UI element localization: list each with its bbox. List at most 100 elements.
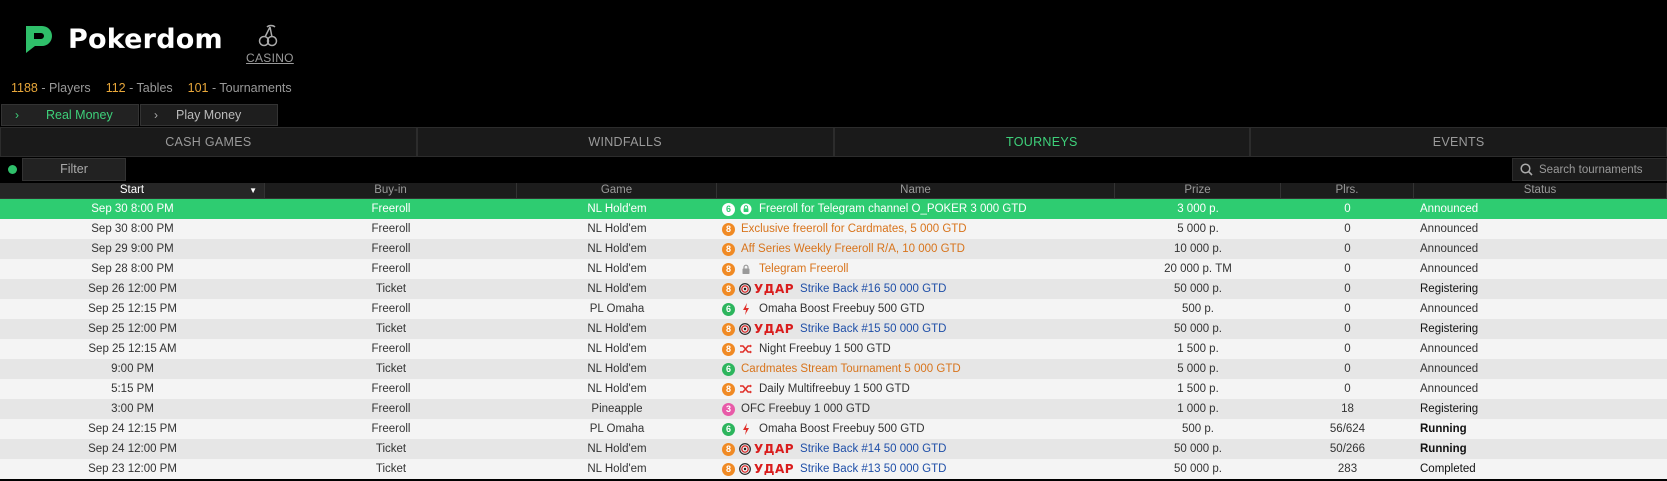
table-row[interactable]: 9:00 PM Ticket NL Hold'em 6 Cardmates Stream…	[0, 359, 1667, 379]
tab-tourneys[interactable]: TOURNEYS	[833, 127, 1251, 157]
col-name[interactable]: Name	[717, 183, 1115, 199]
cell-name: 6 Cardmates Stream Tournament 5 000 GTD	[717, 359, 1115, 379]
table-row[interactable]: 5:15 PM Freeroll NL Hold'em 8 Daily Multifre…	[0, 379, 1667, 399]
table-row[interactable]: 3:00 PM Freeroll Pineapple 3 OFC Freebuy 1 0…	[0, 399, 1667, 419]
cell-start: Sep 30 8:00 PM	[91, 223, 174, 235]
cell-buyin: Ticket	[375, 463, 407, 475]
table-row[interactable]: Sep 30 8:00 PM Freeroll NL Hold'em 6 Freerol…	[0, 199, 1667, 219]
cell-game: PL Omaha	[589, 423, 645, 435]
cell-status: Announced	[1414, 379, 1667, 399]
udar-logo: УДАР	[739, 459, 794, 479]
col-game[interactable]: Game	[517, 183, 717, 199]
col-plrs[interactable]: Plrs.	[1281, 183, 1414, 199]
table-row[interactable]: Sep 24 12:00 PM Ticket NL Hold'em 8 УДАР Stri…	[0, 439, 1667, 459]
col-status[interactable]: Status	[1414, 183, 1667, 199]
lightning-icon	[739, 422, 753, 436]
cell-buyin: Freeroll	[371, 383, 411, 395]
chevron-right-icon: ›	[15, 108, 19, 122]
table-size-badge: 8	[722, 442, 735, 456]
col-start[interactable]: Start ▼	[0, 183, 265, 199]
search-input[interactable]	[1539, 163, 1659, 176]
stat-players: 1188 - Players	[11, 81, 91, 95]
table-size-badge: 6	[722, 422, 735, 436]
cell-start: Sep 23 12:00 PM	[88, 463, 177, 475]
money-mode-tabs: › Real Money › Play Money	[1, 104, 278, 126]
cell-name: 6 Freeroll for Telegram channel O_POKER 3…	[717, 199, 1115, 219]
cell-buyin: Ticket	[375, 443, 407, 455]
cell-start: Sep 24 12:15 PM	[88, 423, 177, 435]
target-icon	[739, 443, 751, 455]
tournament-name: Freeroll for Telegram channel O_POKER 3 …	[759, 203, 1027, 215]
pokerdom-logo[interactable]: Pokerdom	[22, 21, 223, 57]
cell-buyin: Ticket	[375, 363, 407, 375]
table-row[interactable]: Sep 25 12:15 PM Freeroll PL Omaha 6 Omaha Bo…	[0, 299, 1667, 319]
table-size-badge: 6	[722, 202, 735, 216]
cell-game: NL Hold'em	[587, 443, 647, 455]
table-size-badge: 8	[722, 382, 735, 396]
lock-icon	[739, 262, 753, 276]
cell-name: 6 Omaha Boost Freebuy 500 GTD	[717, 419, 1115, 439]
cell-status: Announced	[1414, 299, 1667, 319]
cell-start: Sep 24 12:00 PM	[88, 443, 177, 455]
cell-game: NL Hold'em	[587, 243, 647, 255]
tab-cash-games[interactable]: CASH GAMES	[0, 127, 417, 157]
stat-tournaments: 101 - Tournaments	[187, 81, 292, 95]
table-row[interactable]: Sep 25 12:15 AM Freeroll NL Hold'em 8 Night …	[0, 339, 1667, 359]
cell-prize: 50 000 р.	[1174, 463, 1222, 475]
status-text: Announced	[1420, 383, 1479, 395]
table-row[interactable]: Sep 24 12:15 PM Freeroll PL Omaha 6 Omaha Bo…	[0, 419, 1667, 439]
search-icon	[1520, 163, 1533, 176]
filter-button[interactable]: Filter	[22, 158, 126, 181]
cell-name: 8 Daily Multifreebuy 1 500 GTD	[717, 379, 1115, 399]
cell-start: Sep 30 8:00 PM	[91, 203, 174, 215]
cell-start: Sep 26 12:00 PM	[88, 283, 177, 295]
tab-real-money[interactable]: › Real Money	[1, 104, 139, 126]
cell-name: 6 Omaha Boost Freebuy 500 GTD	[717, 299, 1115, 319]
lock-icon	[739, 202, 753, 216]
shuffle-icon	[739, 342, 753, 356]
cell-game: NL Hold'em	[587, 263, 647, 275]
search-box[interactable]	[1512, 158, 1667, 181]
table-size-badge: 8	[722, 222, 735, 236]
col-prize[interactable]: Prize	[1115, 183, 1281, 199]
cell-plrs: 56/624	[1329, 423, 1366, 435]
cell-prize: 50 000 р.	[1174, 283, 1222, 295]
tournament-name: Daily Multifreebuy 1 500 GTD	[759, 383, 910, 395]
cell-plrs: 0	[1344, 243, 1351, 255]
tab-events[interactable]: EVENTS	[1250, 127, 1667, 157]
cherries-icon	[258, 24, 278, 47]
cell-start: Sep 28 8:00 PM	[91, 263, 174, 275]
cell-game: NL Hold'em	[587, 383, 647, 395]
cell-name: 8 УДАР Strike Back #16 50 000 GTD	[717, 279, 1115, 299]
status-text: Completed	[1420, 463, 1476, 475]
tab-play-money[interactable]: › Play Money	[140, 104, 278, 126]
table-row[interactable]: Sep 29 9:00 PM Freeroll NL Hold'em 8 Aff Ser…	[0, 239, 1667, 259]
table-row[interactable]: Sep 28 8:00 PM Freeroll NL Hold'em 8 Telegra…	[0, 259, 1667, 279]
table-row[interactable]: Sep 30 8:00 PM Freeroll NL Hold'em 8 Exclusi…	[0, 219, 1667, 239]
table-row[interactable]: Sep 25 12:00 PM Ticket NL Hold'em 8 УДАР Stri…	[0, 319, 1667, 339]
cell-prize: 5 000 р.	[1177, 223, 1219, 235]
cell-start: Sep 25 12:15 AM	[88, 343, 177, 355]
udar-logo: УДАР	[739, 439, 794, 459]
tab-windfalls[interactable]: WINDFALLS	[416, 127, 834, 157]
table-size-badge: 8	[722, 322, 735, 336]
status-text: Announced	[1420, 243, 1479, 255]
cell-status: Announced	[1414, 219, 1667, 239]
tournament-name: Aff Series Weekly Freeroll R/A, 10 000 G…	[741, 243, 965, 255]
table-row[interactable]: Sep 26 12:00 PM Ticket NL Hold'em 8 УДАР Stri…	[0, 279, 1667, 299]
tournament-name: Telegram Freeroll	[759, 263, 849, 275]
cell-plrs: 18	[1341, 403, 1354, 415]
col-buyin[interactable]: Buy-in	[265, 183, 517, 199]
cell-prize: 3 000 р.	[1177, 203, 1219, 215]
casino-link[interactable]: CASINO	[246, 24, 294, 65]
cell-prize: 50 000 р.	[1174, 323, 1222, 335]
table-row[interactable]: Sep 23 12:00 PM Ticket NL Hold'em 8 УДАР Stri…	[0, 459, 1667, 479]
cell-name: 8 УДАР Strike Back #14 50 000 GTD	[717, 439, 1115, 459]
table-size-badge: 8	[722, 242, 735, 256]
cell-name: 8 Aff Series Weekly Freeroll R/A, 10 000 …	[717, 239, 1115, 259]
status-text: Running	[1420, 423, 1467, 435]
table-header: Start ▼ Buy-in Game Name Prize Plrs. Stat…	[0, 183, 1667, 199]
cell-game: PL Omaha	[589, 303, 645, 315]
cell-start: Sep 25 12:00 PM	[88, 323, 177, 335]
cell-buyin: Freeroll	[371, 263, 411, 275]
